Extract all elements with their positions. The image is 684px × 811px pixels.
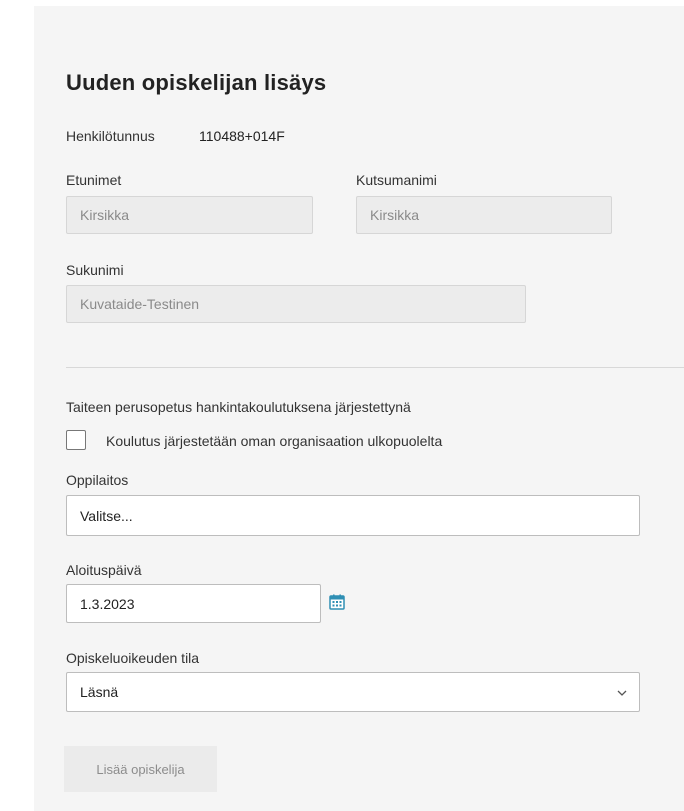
sukunimi-value: Kuvataide-Testinen: [80, 296, 200, 312]
tila-value: Läsnä: [80, 684, 119, 700]
hankinta-section-label: Taiteen perusopetus hankintakoulutuksena…: [66, 399, 411, 415]
chevron-down-icon: [617, 685, 627, 699]
sukunimi-field[interactable]: Kuvataide-Testinen: [66, 285, 526, 323]
sukunimi-label: Sukunimi: [66, 262, 124, 278]
etunimet-field[interactable]: Kirsikka: [66, 196, 313, 234]
hetu-value: 110488+014F: [199, 128, 285, 144]
aloituspaiva-input[interactable]: 1.3.2023: [66, 584, 321, 623]
add-student-button[interactable]: Lisää opiskelija: [64, 746, 217, 792]
kutsumanimi-field[interactable]: Kirsikka: [356, 196, 612, 234]
oppilaitos-placeholder: Valitse...: [80, 507, 133, 524]
ulkopuolelta-checkbox[interactable]: [66, 430, 86, 450]
ulkopuolelta-checkbox-label[interactable]: Koulutus järjestetään oman organisaation…: [106, 433, 442, 449]
tila-label: Opiskeluoikeuden tila: [66, 650, 200, 666]
tila-select[interactable]: Läsnä: [66, 672, 640, 712]
section-divider: [66, 367, 684, 368]
etunimet-value: Kirsikka: [80, 207, 130, 223]
kutsumanimi-label: Kutsumanimi: [356, 172, 437, 188]
etunimet-label: Etunimet: [66, 172, 122, 188]
hetu-label: Henkilötunnus: [66, 128, 155, 144]
page-title: Uuden opiskelijan lisäys: [66, 70, 327, 95]
aloituspaiva-label: Aloituspäivä: [66, 562, 142, 578]
kutsumanimi-value: Kirsikka: [370, 207, 420, 223]
calendar-icon[interactable]: [329, 594, 345, 610]
aloituspaiva-value: 1.3.2023: [80, 595, 135, 612]
oppilaitos-select[interactable]: Valitse...: [66, 495, 640, 536]
oppilaitos-label: Oppilaitos: [66, 472, 129, 488]
